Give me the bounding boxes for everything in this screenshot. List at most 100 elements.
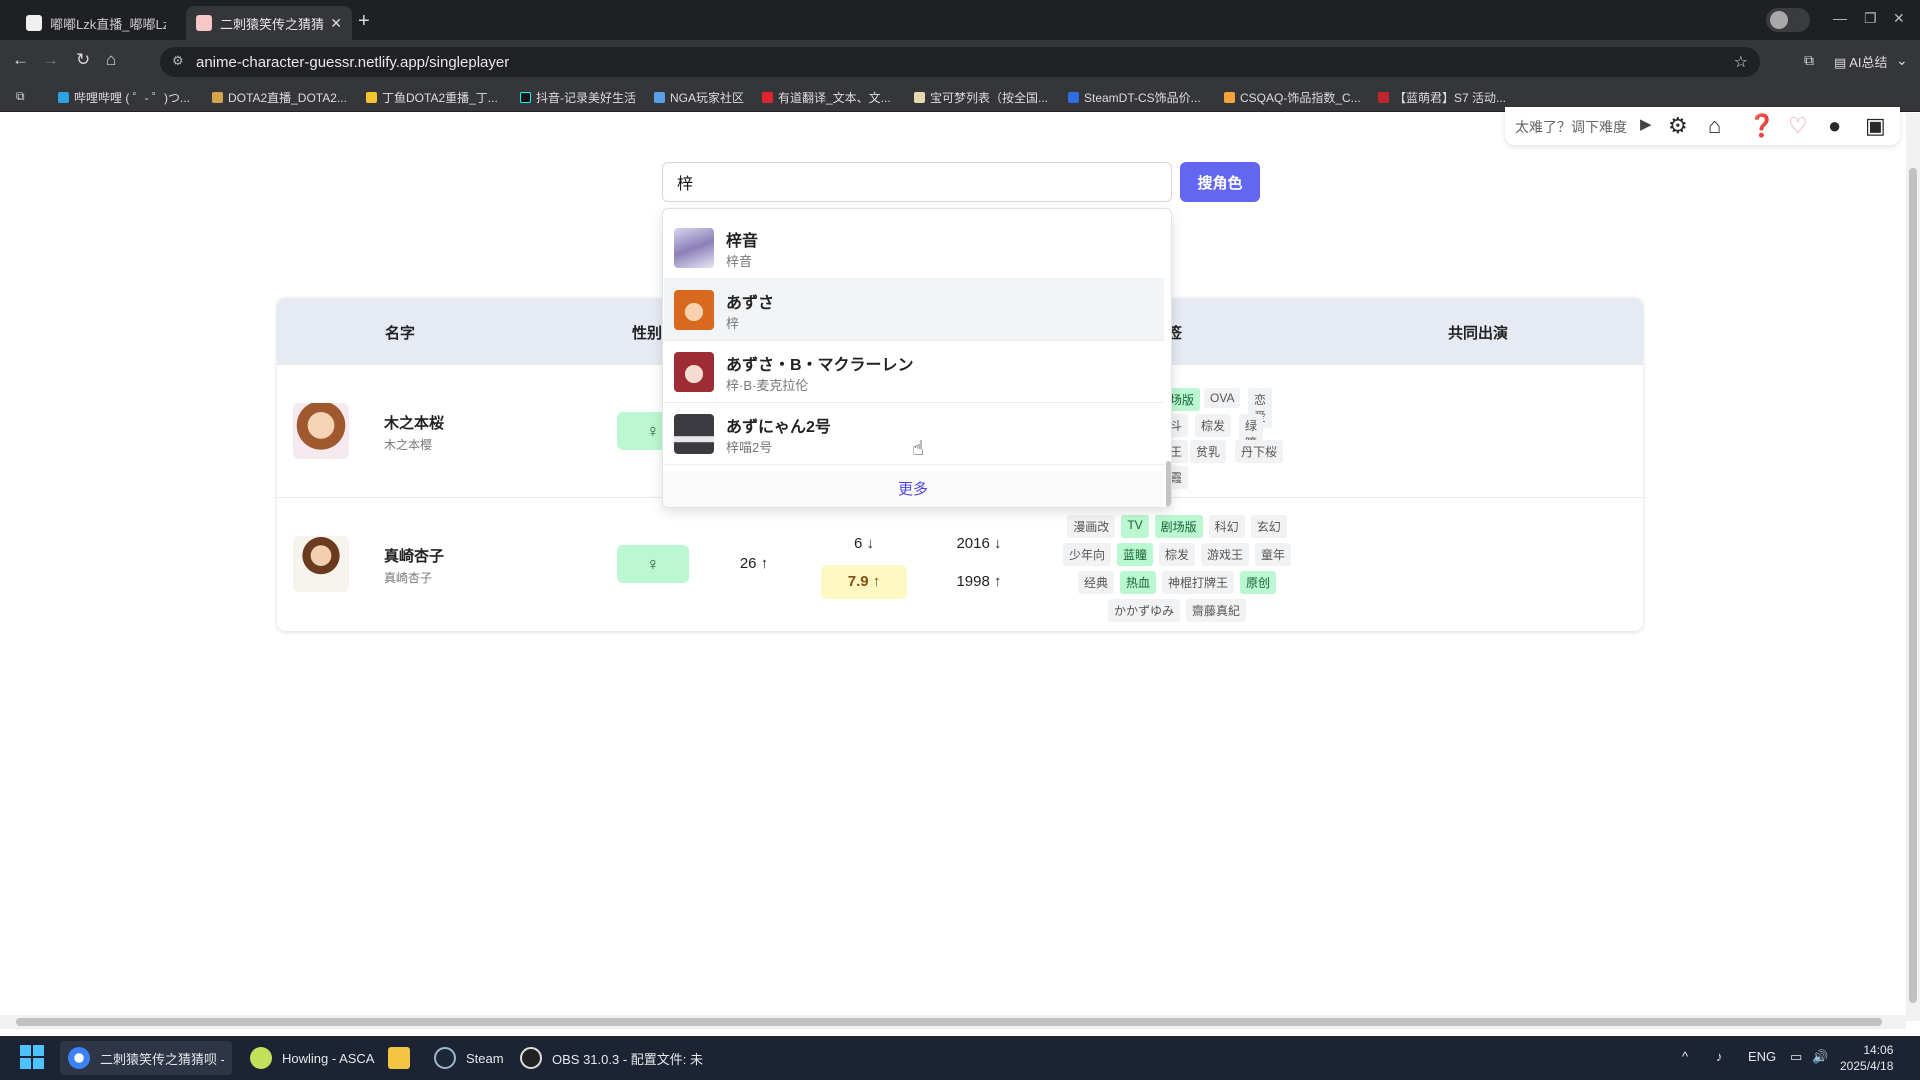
bookmark-item[interactable]: 宝可梦列表（按全国... bbox=[914, 89, 1048, 106]
suggestion-subname: 梓音 bbox=[726, 254, 753, 269]
folder-icon bbox=[388, 1047, 410, 1069]
table-row: 真崎杏子 真崎杏子 ♀ 26 ↑ 6 ↓ 7.9 ↑ 2016 ↓ 1998 ↑… bbox=[277, 497, 1643, 630]
suggestion-item[interactable]: 梓音 梓音 bbox=[664, 217, 1164, 279]
tag: 少年向 bbox=[1062, 543, 1111, 566]
tag-matched: TV bbox=[1121, 515, 1149, 538]
tab-2-active[interactable]: 二刺猿笑传之猜猜呗 ✕ bbox=[186, 6, 352, 40]
top-tools-panel: 太难了？调下难度 ▶ ⚙ ⌂ ❓ ♡ ● ▣ bbox=[1505, 107, 1900, 145]
taskbar-app-steam[interactable]: Steam bbox=[426, 1041, 512, 1075]
suggestion-subname: 梓喵2号 bbox=[726, 440, 773, 455]
profile-avatar[interactable] bbox=[1766, 8, 1810, 32]
site-info-icon[interactable]: ⚙ bbox=[172, 53, 184, 69]
character-subname: 木之本樱 bbox=[384, 438, 433, 452]
header-name: 名字 bbox=[385, 325, 416, 342]
back-icon[interactable]: ← bbox=[12, 50, 29, 70]
bookmark-item[interactable]: 哔哩哔哩 ( ゜- ゜)つ... bbox=[58, 89, 190, 106]
suggestion-name: あずさ bbox=[726, 295, 775, 312]
bookmark-item[interactable]: CSQAQ-饰品指数_C... bbox=[1224, 89, 1361, 106]
taskbar-file-explorer[interactable] bbox=[380, 1041, 418, 1075]
github-icon[interactable]: ● bbox=[1828, 113, 1841, 139]
taskbar-app-label: Howling - ASCA bbox=[282, 1050, 375, 1066]
tag: 齋藤真紀 bbox=[1186, 599, 1247, 622]
tag: 贫乳 bbox=[1190, 440, 1227, 463]
bookmark-item[interactable]: DOTA2直播_DOTA2... bbox=[212, 89, 347, 106]
suggestion-name: あずにゃん2号 bbox=[726, 419, 831, 436]
taskbar-app-obs[interactable]: OBS 31.0.3 - 配置文件: 未 bbox=[512, 1041, 711, 1075]
windows-start-icon[interactable] bbox=[20, 1045, 44, 1069]
bookmark-item[interactable]: 【蓝萌君】S7 活动... bbox=[1378, 89, 1506, 106]
search-suggestions-dropdown: 梓音 梓音 あずさ 梓 あずさ・B・マクラーレン 梓·B·麦克拉伦 あずにゃん2… bbox=[662, 208, 1172, 508]
help-icon[interactable]: ❓ bbox=[1748, 113, 1775, 139]
suggestion-name: 梓音 bbox=[726, 233, 759, 250]
year-top-cell: 2016 ↓ bbox=[956, 535, 1002, 552]
character-search-input[interactable] bbox=[662, 162, 1172, 202]
tray-expand-icon[interactable]: ^ bbox=[1682, 1049, 1688, 1064]
site-favicon-icon bbox=[196, 15, 212, 31]
gender-badge: ♀ bbox=[617, 545, 689, 583]
suggestion-avatar bbox=[674, 228, 714, 268]
tag: 经典 bbox=[1077, 571, 1114, 594]
header-gender: 性别 bbox=[632, 325, 663, 342]
new-tab-icon[interactable]: + bbox=[358, 10, 370, 33]
address-bar[interactable]: ⚙ anime-character-guessr.netlify.app/sin… bbox=[160, 47, 1760, 77]
character-name: 木之本桜 bbox=[384, 415, 445, 432]
bookmark-item[interactable]: 有道翻译_文本、文... bbox=[762, 89, 891, 106]
bookmark-item[interactable]: NGA玩家社区 bbox=[654, 89, 744, 106]
menu-chevron-icon[interactable]: ⌄ bbox=[1896, 52, 1908, 69]
close-window-icon[interactable]: ✕ bbox=[1893, 10, 1905, 27]
home-icon[interactable]: ⌂ bbox=[1708, 113, 1721, 139]
tab-1-title: 嘟嘟Lzk直播_嘟嘟Lzk bbox=[50, 16, 166, 32]
tag: 丹下桜 bbox=[1235, 440, 1284, 463]
search-character-button[interactable]: 搜角色 bbox=[1180, 162, 1260, 202]
forward-icon[interactable]: → bbox=[42, 50, 59, 70]
ai-summary-button[interactable]: ▤ AI总结 bbox=[1834, 52, 1887, 71]
extensions-icon[interactable]: ⧉ bbox=[1804, 52, 1814, 69]
taskbar-app-browser[interactable]: 二刺猿笑传之猜猜呗 - 哥 bbox=[60, 1041, 232, 1075]
difficulty-hint[interactable]: 太难了？调下难度 bbox=[1515, 117, 1627, 137]
suggestion-name: あずさ・B・マクラーレン bbox=[726, 357, 914, 374]
language-indicator[interactable]: ENG bbox=[1748, 1049, 1776, 1064]
restore-icon[interactable]: ❐ bbox=[1864, 10, 1877, 27]
play-icon[interactable]: ▶ bbox=[1640, 115, 1652, 133]
age-cell: 26 ↑ bbox=[739, 555, 769, 572]
gear-icon[interactable]: ⚙ bbox=[1668, 113, 1688, 139]
close-tab-icon[interactable]: ✕ bbox=[330, 15, 342, 32]
taskbar-app-label: Steam bbox=[466, 1050, 504, 1066]
header-shared-appearances: 共同出演 bbox=[1448, 325, 1509, 342]
discord-icon[interactable]: ▣ bbox=[1865, 113, 1886, 139]
year-bottom-cell: 1998 ↑ bbox=[956, 573, 1002, 590]
taskbar-app-music[interactable]: Howling - ASCA bbox=[242, 1041, 382, 1075]
tag: かかずゆみ bbox=[1107, 599, 1180, 622]
bookmark-item[interactable]: 抖音-记录美好生活 bbox=[520, 89, 636, 106]
character-name: 真崎杏子 bbox=[384, 548, 445, 565]
suggestion-subname: 梓 bbox=[726, 316, 740, 331]
bookmark-item[interactable]: SteamDT-CS饰品价... bbox=[1068, 89, 1201, 106]
system-clock[interactable]: 14:06 2025/4/18 bbox=[1840, 1042, 1893, 1074]
steam-icon bbox=[434, 1047, 456, 1069]
suggestion-item[interactable]: あずさ・B・マクラーレン 梓·B·麦克拉伦 bbox=[664, 341, 1164, 403]
count-cell: 6 ↓ bbox=[853, 535, 874, 552]
url-text: anime-character-guessr.netlify.app/singl… bbox=[196, 54, 510, 71]
suggestion-avatar bbox=[674, 352, 714, 392]
more-results-button[interactable]: 更多 bbox=[663, 471, 1163, 507]
dropdown-scrollbar[interactable] bbox=[1166, 461, 1171, 507]
apps-icon[interactable]: ⧉ bbox=[16, 89, 25, 104]
reload-icon[interactable]: ↻ bbox=[76, 50, 90, 70]
volume-icon[interactable]: 🔊 bbox=[1812, 1049, 1828, 1065]
microphone-icon[interactable]: ♪ bbox=[1716, 1049, 1723, 1064]
tag: 童年 bbox=[1255, 543, 1292, 566]
character-avatar bbox=[293, 403, 349, 459]
taskbar-app-label: 二刺猿笑传之猜猜呗 - 哥 bbox=[100, 1051, 224, 1067]
suggestion-item[interactable]: あずさ 梓 bbox=[664, 279, 1164, 341]
bookmark-item[interactable]: 丁鱼DOTA2重播_丁... bbox=[366, 89, 498, 106]
bilibili-icon[interactable]: ♡ bbox=[1788, 113, 1808, 139]
score-badge: 7.9 ↑ bbox=[821, 565, 907, 599]
tab-1[interactable]: 嘟嘟Lzk直播_嘟嘟Lzk bbox=[16, 6, 176, 40]
home-icon[interactable]: ⌂ bbox=[106, 50, 116, 70]
bookmark-star-icon[interactable]: ☆ bbox=[1734, 52, 1748, 72]
minimize-icon[interactable]: — bbox=[1833, 10, 1847, 26]
character-avatar bbox=[293, 536, 349, 592]
network-icon[interactable]: ▭ bbox=[1790, 1049, 1802, 1065]
vertical-scrollbar[interactable] bbox=[1906, 113, 1920, 1021]
horizontal-scrollbar[interactable] bbox=[0, 1015, 1906, 1029]
